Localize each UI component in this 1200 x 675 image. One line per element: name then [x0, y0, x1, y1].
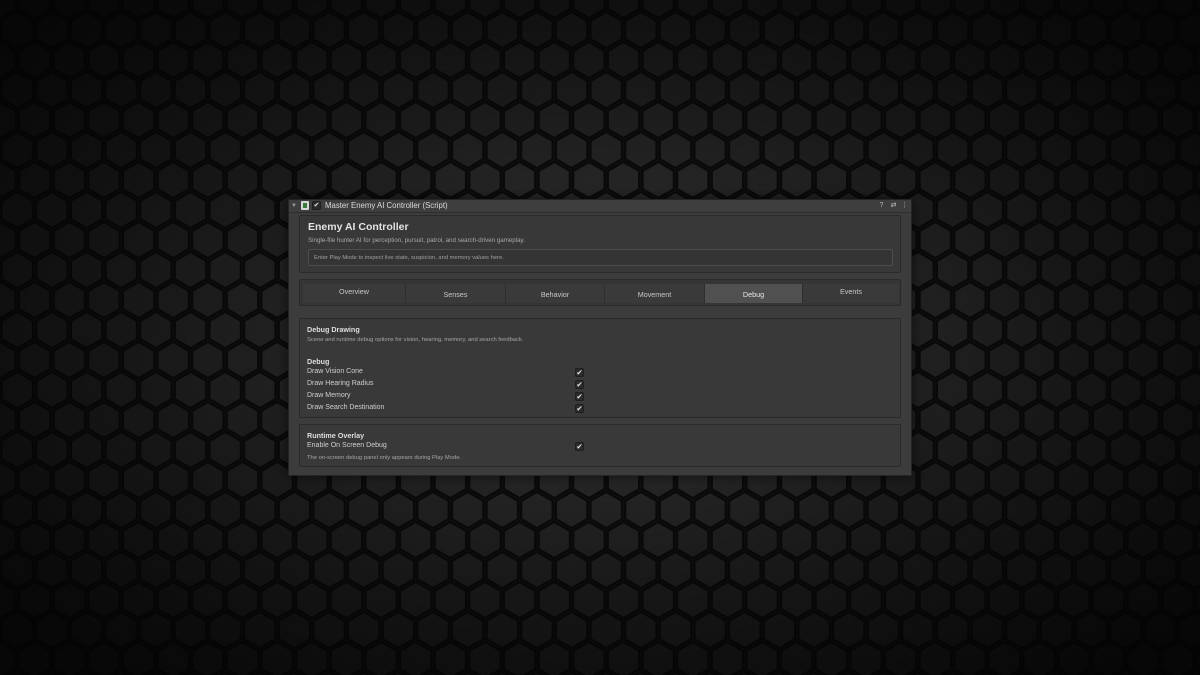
script-icon: [301, 201, 309, 210]
runtime-overlay-panel: Runtime Overlay Enable On Screen Debug ✔…: [299, 424, 901, 467]
debug-group-label: Debug: [307, 357, 330, 366]
hero-panel: Enemy AI Controller Single-file hunter A…: [299, 215, 901, 273]
draw-memory-checkbox[interactable]: ✔: [575, 392, 584, 401]
tab-debug[interactable]: Debug: [705, 284, 803, 303]
draw-memory-label: Draw Memory: [307, 392, 351, 399]
component-title: Master Enemy AI Controller (Script): [325, 201, 448, 210]
draw-vision-cone-checkbox[interactable]: ✔: [575, 368, 584, 377]
runtime-overlay-title: Runtime Overlay: [307, 431, 365, 440]
component-header[interactable]: ▼ ✔ Master Enemy AI Controller (Script) …: [289, 200, 911, 213]
hero-subtitle: Single-file hunter AI for perception, pu…: [308, 237, 525, 244]
draw-hearing-radius-label: Draw Hearing Radius: [307, 380, 374, 387]
draw-search-destination-label: Draw Search Destination: [307, 404, 385, 411]
enable-on-screen-debug-label: Enable On Screen Debug: [307, 442, 387, 449]
hero-title: Enemy AI Controller: [308, 221, 409, 233]
debug-drawing-description: Scene and runtime debug options for visi…: [307, 337, 524, 343]
tab-senses[interactable]: Senses: [406, 284, 506, 303]
component-enabled-checkbox[interactable]: ✔: [312, 201, 321, 210]
debug-drawing-title: Debug Drawing: [307, 325, 360, 334]
tab-behavior[interactable]: Behavior: [506, 284, 605, 303]
inspector-component: ▼ ✔ Master Enemy AI Controller (Script) …: [288, 199, 912, 476]
enable-on-screen-debug-checkbox[interactable]: ✔: [575, 442, 584, 451]
tab-movement[interactable]: Movement: [605, 284, 705, 303]
preset-icon[interactable]: ⇄: [889, 201, 898, 210]
tab-bar: Overview Senses Behavior Movement Debug …: [299, 279, 901, 306]
draw-search-destination-checkbox[interactable]: ✔: [575, 404, 584, 413]
tab-overview[interactable]: Overview: [303, 284, 406, 303]
debug-drawing-panel: Debug Drawing Scene and runtime debug op…: [299, 318, 901, 418]
live-status-box: Enter Play Mode to inspect live state, s…: [308, 249, 893, 266]
tab-events[interactable]: Events: [803, 284, 899, 303]
help-icon[interactable]: ?: [877, 201, 886, 210]
more-icon[interactable]: ⋮: [900, 201, 909, 210]
draw-hearing-radius-checkbox[interactable]: ✔: [575, 380, 584, 389]
foldout-arrow-icon[interactable]: ▼: [291, 202, 297, 210]
runtime-overlay-note: The on-screen debug panel only appears d…: [307, 455, 462, 461]
draw-vision-cone-label: Draw Vision Cone: [307, 368, 363, 375]
